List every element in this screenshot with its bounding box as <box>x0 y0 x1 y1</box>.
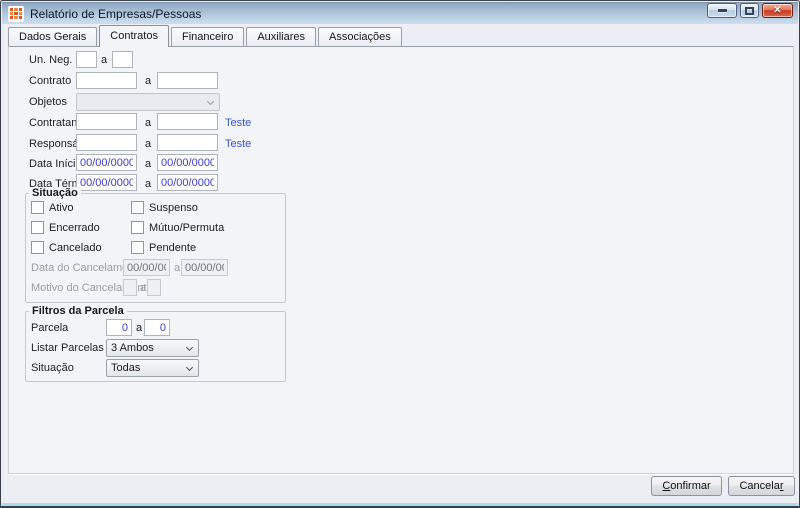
window-controls: ✕ <box>707 3 793 18</box>
checkbox-pendente-label: Pendente <box>149 241 197 254</box>
situacao-legend: Situação <box>29 187 81 199</box>
data-termino-from-input[interactable] <box>76 174 137 191</box>
cancelar-label-key: r <box>779 480 784 492</box>
un-neg-sep: a <box>101 54 108 66</box>
un-neg-from-input[interactable] <box>76 51 97 68</box>
data-termino-sep: a <box>145 178 152 190</box>
checkbox-mutuo-permuta[interactable] <box>131 221 144 234</box>
checkbox-row: Mútuo/Permuta <box>131 221 224 234</box>
data-cancelamento-from-input <box>123 259 170 276</box>
data-termino-to-input[interactable] <box>157 174 218 191</box>
responsavel-from-input[interactable] <box>76 134 137 151</box>
situacao-filtro-label: Situação <box>31 362 74 374</box>
parcela-sep: a <box>136 322 143 334</box>
confirmar-label-key: C <box>662 480 671 492</box>
contrato-label: Contrato <box>29 75 72 87</box>
checkbox-cancelado[interactable] <box>31 241 44 254</box>
motivo-cancelamento-sep: a <box>140 282 147 294</box>
tab-contratos[interactable]: Contratos <box>99 25 169 47</box>
tab-dados-gerais[interactable]: Dados Gerais <box>8 27 98 47</box>
cancelar-button[interactable]: Cancela r <box>728 476 795 496</box>
minimize-icon <box>717 9 727 12</box>
data-inicio-to-input[interactable] <box>157 154 218 171</box>
checkbox-encerrado[interactable] <box>31 221 44 234</box>
data-inicio-from-input[interactable] <box>76 154 137 171</box>
data-inicio-label: Data Início <box>29 158 82 170</box>
tab-financeiro[interactable]: Financeiro <box>170 27 245 47</box>
checkbox-row: Pendente <box>131 241 196 254</box>
motivo-cancelamento-to-input <box>147 279 161 296</box>
data-inicio-sep: a <box>145 158 152 170</box>
responsavel-teste-link[interactable]: Teste <box>225 138 251 150</box>
contratante-to-input[interactable] <box>157 113 218 130</box>
parcela-from-input[interactable] <box>106 319 132 336</box>
responsavel-to-input[interactable] <box>157 134 218 151</box>
window-bottom-border <box>1 506 799 507</box>
cancelar-label-pre: Cancela <box>739 480 780 492</box>
un-neg-to-input[interactable] <box>112 51 133 68</box>
checkbox-row: Encerrado <box>31 221 100 234</box>
app-icon <box>8 5 24 22</box>
contrato-to-input[interactable] <box>157 72 218 89</box>
parcela-label: Parcela <box>31 322 69 334</box>
confirmar-label-post: onfirmar <box>670 480 711 492</box>
objetos-select <box>76 93 220 111</box>
situacao-filtro-select[interactable]: Todas <box>106 359 199 377</box>
window-title: Relatório de Empresas/Pessoas <box>30 6 202 21</box>
contrato-sep: a <box>145 75 152 87</box>
checkbox-row: Ativo <box>31 201 73 214</box>
objetos-label: Objetos <box>29 96 67 108</box>
tab-auxiliares[interactable]: Auxiliares <box>246 27 317 47</box>
close-button[interactable]: ✕ <box>762 3 793 18</box>
listar-parcelas-label: Listar Parcelas <box>31 342 104 354</box>
tab-strip: Dados Gerais Contratos Financeiro Auxili… <box>8 25 404 47</box>
confirmar-button[interactable]: Confirmar <box>651 476 722 496</box>
chevron-down-icon <box>185 343 194 352</box>
listar-parcelas-value: 3 Ambos <box>111 342 154 354</box>
motivo-cancelamento-from-input <box>123 279 137 296</box>
filtros-parcela-legend: Filtros da Parcela <box>29 305 127 317</box>
parcela-to-input[interactable] <box>144 319 170 336</box>
checkbox-ativo-label: Ativo <box>49 201 74 214</box>
contrato-from-input[interactable] <box>76 72 137 89</box>
chevron-down-icon <box>185 363 194 372</box>
contratante-sep: a <box>145 117 152 129</box>
data-cancelamento-sep: a <box>174 262 181 274</box>
data-cancelamento-to-input <box>181 259 228 276</box>
situacao-filtro-value: Todas <box>111 362 141 374</box>
tab-associacoes[interactable]: Associações <box>318 27 402 47</box>
maximize-icon <box>745 6 754 15</box>
responsavel-sep: a <box>145 138 152 150</box>
checkbox-cancelado-label: Cancelado <box>49 241 102 254</box>
un-neg-label: Un. Neg. <box>29 54 73 66</box>
listar-parcelas-select[interactable]: 3 Ambos <box>106 339 199 357</box>
checkbox-ativo[interactable] <box>31 201 44 214</box>
checkbox-encerrado-label: Encerrado <box>49 221 100 234</box>
close-icon: ✕ <box>773 4 782 16</box>
contratante-from-input[interactable] <box>76 113 137 130</box>
chevron-down-icon <box>206 97 215 106</box>
checkbox-row: Suspenso <box>131 201 198 214</box>
contratante-teste-link[interactable]: Teste <box>225 117 251 129</box>
dialog-window: Relatório de Empresas/Pessoas ✕ Dados Ge… <box>0 0 800 508</box>
checkbox-suspenso[interactable] <box>131 201 144 214</box>
maximize-button[interactable] <box>740 3 759 18</box>
checkbox-mutuo-permuta-label: Mútuo/Permuta <box>149 221 225 234</box>
titlebar[interactable]: Relatório de Empresas/Pessoas <box>2 2 798 24</box>
checkbox-pendente[interactable] <box>131 241 144 254</box>
checkbox-row: Cancelado <box>31 241 102 254</box>
checkbox-suspenso-label: Suspenso <box>149 201 198 214</box>
minimize-button[interactable] <box>707 3 737 18</box>
